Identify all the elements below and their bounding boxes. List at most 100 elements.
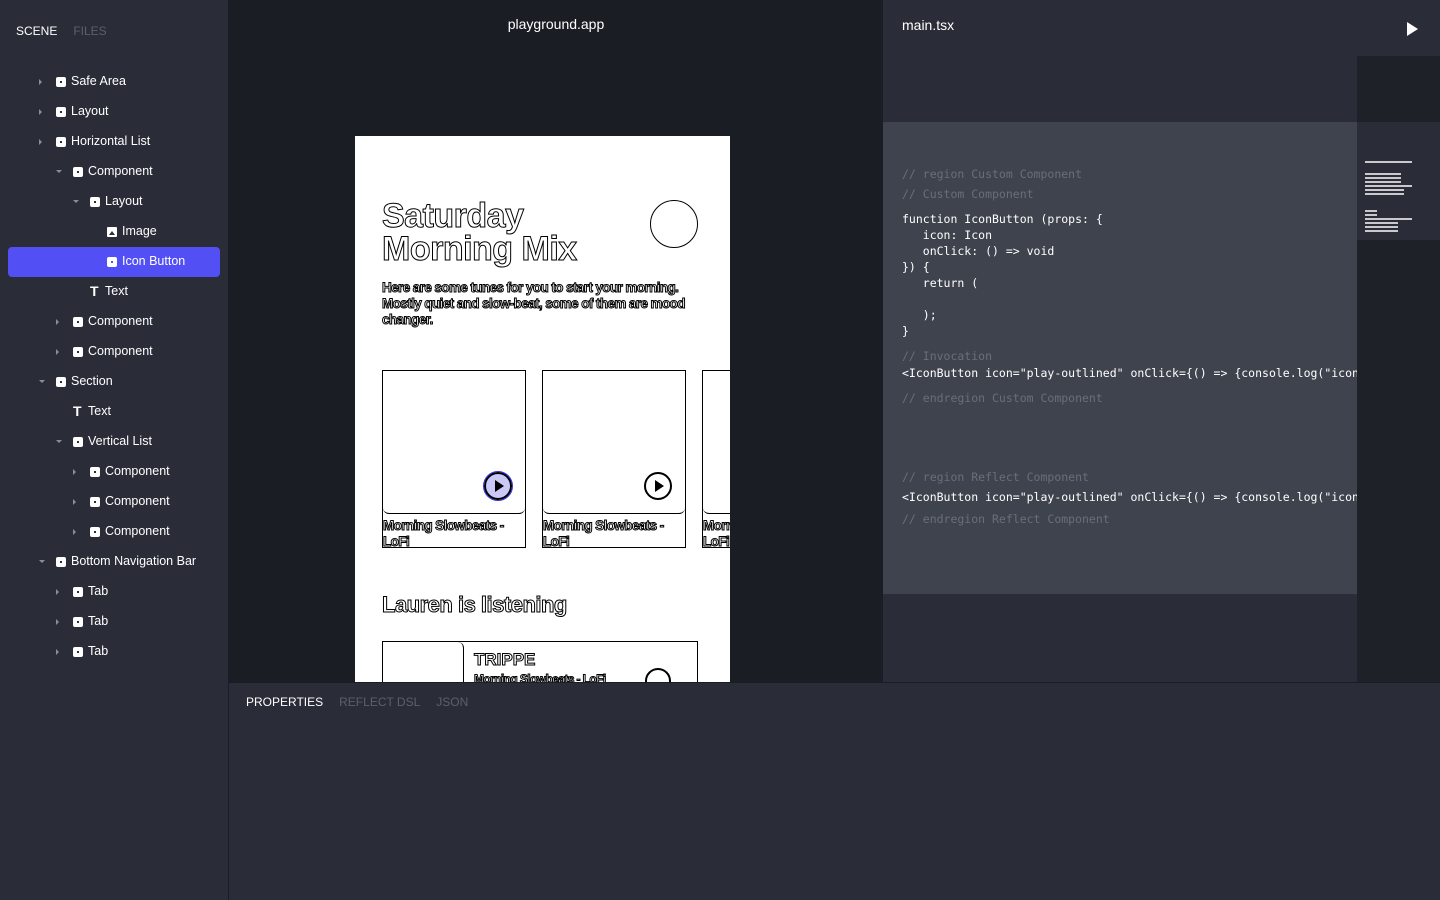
component-icon [90, 467, 100, 477]
tree-item-label: Tab [88, 584, 109, 598]
tree-item-label: Component [88, 314, 153, 328]
track-card[interactable]: Morning Slowbeats - LoFi [542, 370, 686, 550]
mix-title: Saturday Morning Mix [382, 199, 578, 267]
card-title: Morning Slowbeats - LoFi [543, 518, 665, 550]
canvas-area: playground.app Saturday Morning Mix Here… [229, 0, 883, 682]
component-icon [56, 137, 66, 147]
chevron-right-icon[interactable] [73, 469, 76, 475]
play-icon-button[interactable] [483, 471, 513, 501]
tree-item-label: Tab [88, 644, 109, 658]
component-icon [90, 497, 100, 507]
chevron-down-icon[interactable] [39, 380, 45, 383]
chevron-right-icon[interactable] [73, 529, 76, 535]
code-line: return ( [902, 276, 979, 290]
tree-item-label: Layout [105, 194, 143, 208]
tree-item-tab[interactable]: Tab [8, 577, 220, 607]
minimap-line [1365, 226, 1398, 228]
tree-item-layout[interactable]: Layout [8, 97, 220, 127]
tab-files[interactable]: FILES [73, 24, 106, 38]
code-comment: // endregion Custom Component [902, 391, 1103, 405]
listening-row[interactable]: TRIPPE Morning Slowbeats - LoFi [382, 641, 698, 682]
chevron-right-icon[interactable] [56, 649, 59, 655]
card-image [703, 371, 730, 514]
tree-item-component[interactable]: Component [8, 307, 220, 337]
tree-item-label: Component [105, 464, 170, 478]
chevron-right-icon[interactable] [39, 109, 42, 115]
chevron-down-icon[interactable] [73, 200, 79, 203]
tree-item-component[interactable]: Component [8, 517, 220, 547]
chevron-right-icon[interactable] [56, 589, 59, 595]
minimap-line [1365, 173, 1401, 175]
chevron-down-icon[interactable] [56, 170, 62, 173]
tree-item-component[interactable]: Component [8, 337, 220, 367]
chevron-right-icon[interactable] [56, 319, 59, 325]
tree-item-icon-button[interactable]: Icon Button [8, 247, 220, 277]
app-title: playground.app [507, 16, 605, 32]
tree-item-label: Bottom Navigation Bar [71, 554, 197, 568]
tab-scene[interactable]: SCENE [16, 24, 57, 38]
tree-item-text[interactable]: T Text [8, 277, 220, 307]
avatar[interactable] [650, 200, 698, 248]
tab-reflect-dsl[interactable]: REFLECT DSL [339, 695, 420, 709]
chevron-right-icon[interactable] [39, 139, 42, 145]
chevron-down-icon[interactable] [56, 440, 62, 443]
run-play-icon[interactable] [1407, 22, 1418, 36]
minimap-line [1365, 210, 1377, 212]
code-comment: // Custom Component [902, 187, 1034, 201]
tree-item-label: Image [122, 224, 157, 238]
tree-item-horizontal-list[interactable]: Horizontal List [8, 127, 220, 157]
file-name: main.tsx [902, 17, 955, 33]
component-icon [73, 587, 83, 597]
section-title: Lauren is listening [382, 592, 568, 618]
component-icon [73, 167, 83, 177]
component-icon [73, 437, 83, 447]
play-icon-button[interactable] [645, 668, 671, 682]
tree-item-component[interactable]: Component [8, 157, 220, 187]
tree-item-section[interactable]: Section [8, 367, 220, 397]
component-icon [56, 377, 66, 387]
tree-item-safe-area[interactable]: Safe Area [8, 67, 220, 97]
minimap-line [1365, 185, 1412, 187]
component-icon [56, 77, 66, 87]
chevron-right-icon[interactable] [56, 619, 59, 625]
tree-item-label: Layout [71, 104, 109, 118]
code-line: <IconButton icon="play-outlined" onClick… [902, 366, 1422, 380]
component-icon [56, 107, 66, 117]
tab-properties[interactable]: PROPERTIES [246, 695, 323, 709]
tree-item-label: Component [88, 164, 153, 178]
chevron-right-icon[interactable] [56, 349, 59, 355]
minimap-line [1365, 181, 1401, 183]
tree-item-label: Section [71, 374, 113, 388]
component-icon [90, 197, 100, 207]
tree-item-tab[interactable]: Tab [8, 607, 220, 637]
tree-item-label: Icon Button [122, 254, 186, 268]
tree-item-image[interactable]: Image [8, 217, 220, 247]
minimap[interactable] [1357, 56, 1440, 682]
tree-item-component[interactable]: Component [8, 457, 220, 487]
code-line: onClick: () => void [902, 244, 1055, 258]
scene-sidebar: SCENE FILES Safe Area Layout Horizontal Li… [0, 0, 229, 900]
chevron-down-icon[interactable] [39, 560, 45, 563]
tree-item-text[interactable]: T Text [8, 397, 220, 427]
tree-item-component[interactable]: Component [8, 487, 220, 517]
track-card[interactable]: Morning Slowbeats - LoFi [702, 370, 731, 550]
tree-item-label: Vertical List [88, 434, 152, 448]
code-comment: // endregion Reflect Component [902, 512, 1110, 526]
tab-json[interactable]: JSON [436, 695, 468, 709]
code-line: ); [902, 308, 937, 322]
chevron-right-icon[interactable] [39, 79, 42, 85]
tree-item-layout[interactable]: Layout [8, 187, 220, 217]
text-icon: T [90, 283, 99, 299]
tree-item-bottom-navigation-bar[interactable]: Bottom Navigation Bar [8, 547, 220, 577]
component-icon [73, 347, 83, 357]
code-line: }) { [902, 260, 930, 274]
chevron-right-icon[interactable] [73, 499, 76, 505]
tree-item-tab[interactable]: Tab [8, 637, 220, 667]
tree-item-label: Horizontal List [71, 134, 151, 148]
row-thumbnail [383, 642, 464, 682]
play-icon-button[interactable] [644, 472, 672, 500]
track-card[interactable]: Morning Slowbeats - LoFi [382, 370, 526, 550]
card-title: Morning Slowbeats - LoFi [703, 518, 731, 550]
minimap-line [1365, 193, 1404, 195]
tree-item-vertical-list[interactable]: Vertical List [8, 427, 220, 457]
